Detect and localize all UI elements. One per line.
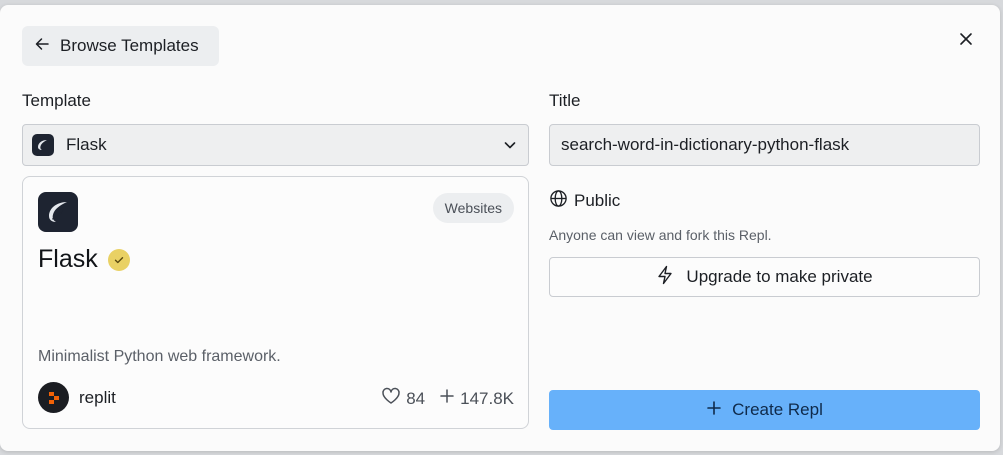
template-card[interactable]: Websites Flask Minimalist Python web fra… <box>22 176 529 429</box>
plus-icon <box>706 400 722 421</box>
visibility-label: Public <box>574 191 621 210</box>
heart-icon <box>381 387 401 410</box>
close-button[interactable] <box>954 29 978 53</box>
create-repl-button[interactable]: Create Repl <box>549 390 980 430</box>
template-name: Flask <box>38 245 98 273</box>
chevron-down-icon <box>502 137 518 158</box>
forks-count: 147.8K <box>460 388 514 408</box>
template-author[interactable]: replit <box>38 382 116 413</box>
likes-count: 84 <box>406 388 426 408</box>
likes-stat: 84 <box>381 387 425 410</box>
author-name: replit <box>79 387 116 407</box>
replit-logo-icon <box>38 382 69 413</box>
template-stats: 84 147.8K <box>381 387 514 410</box>
template-select[interactable]: Flask <box>22 124 529 166</box>
verified-check-icon <box>107 248 130 271</box>
visibility-hint: Anyone can view and fork this Repl. <box>549 227 772 243</box>
plus-icon <box>439 388 455 409</box>
category-badge: Websites <box>432 193 514 223</box>
arrow-left-icon <box>34 36 50 57</box>
browse-templates-button[interactable]: Browse Templates <box>22 26 219 66</box>
create-repl-label: Create Repl <box>732 400 823 419</box>
visibility-status: Public <box>549 189 620 213</box>
flask-logo-icon <box>38 192 78 232</box>
flask-logo-icon <box>32 134 54 156</box>
globe-icon <box>549 189 568 213</box>
create-repl-dialog: Browse Templates Template Flask Websites… <box>0 5 1000 451</box>
title-input[interactable] <box>549 124 980 166</box>
template-description: Minimalist Python web framework. <box>38 348 281 365</box>
forks-stat: 147.8K <box>439 388 514 409</box>
title-label: Title <box>549 91 581 110</box>
lightning-icon <box>656 265 674 290</box>
upgrade-button[interactable]: Upgrade to make private <box>549 257 980 297</box>
template-select-value: Flask <box>66 135 107 154</box>
template-title: Flask <box>38 245 130 274</box>
upgrade-label: Upgrade to make private <box>686 267 873 286</box>
close-icon <box>959 32 973 51</box>
browse-templates-label: Browse Templates <box>60 36 199 55</box>
template-label: Template <box>22 91 91 110</box>
